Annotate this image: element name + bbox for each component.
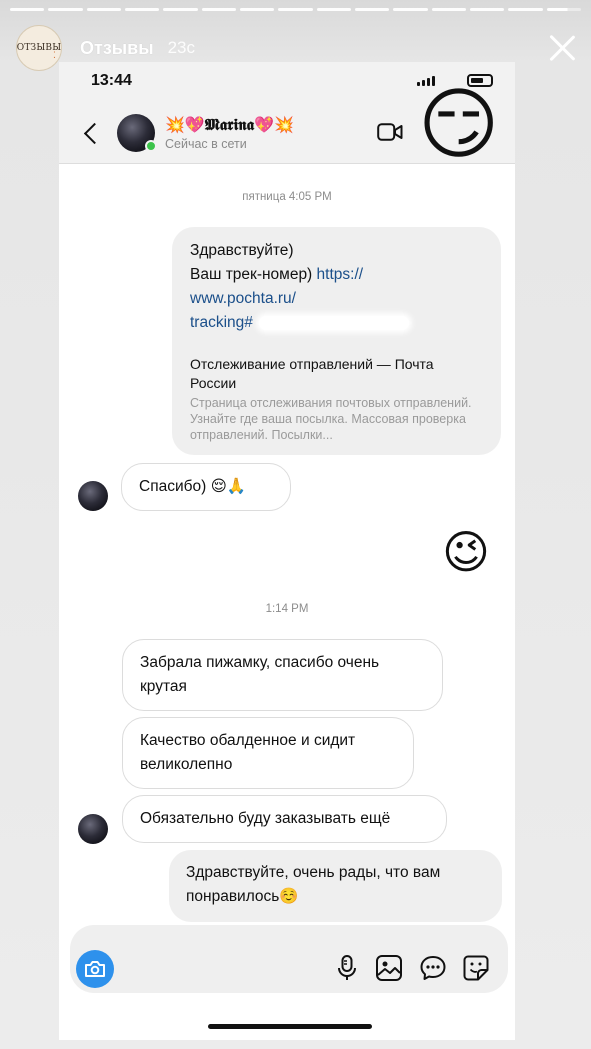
redaction-mark xyxy=(258,315,409,330)
message-bubble-incoming[interactable]: Спасибо) 😌🙏 xyxy=(121,463,291,511)
link-preview-title[interactable]: Отслеживание отправлений — Почта России xyxy=(190,355,483,393)
tracking-link[interactable]: https:// xyxy=(317,266,364,283)
message-bubble-incoming[interactable]: Обязательно буду заказывать ещё xyxy=(122,795,447,843)
progress-segment xyxy=(239,8,275,11)
home-indicator xyxy=(208,1024,372,1029)
progress-segment xyxy=(10,8,45,11)
message-bubble-incoming[interactable]: Качество обалденное и сидит великолепно xyxy=(122,717,414,789)
progress-segment xyxy=(469,8,505,11)
message-line: Ваш трек-номер) https:// xyxy=(190,263,483,287)
contact-status: Сейчас в сети xyxy=(165,136,247,151)
contact-avatar-small[interactable] xyxy=(78,481,108,511)
close-icon[interactable] xyxy=(547,33,577,63)
back-chevron-icon[interactable] xyxy=(75,113,115,153)
progress-segment xyxy=(316,8,351,11)
progress-segment xyxy=(508,8,543,11)
story-progress xyxy=(10,8,581,11)
contact-avatar[interactable] xyxy=(117,113,157,152)
tracking-link[interactable]: www.pochta.ru/ xyxy=(190,287,483,311)
video-call-icon[interactable] xyxy=(377,123,403,141)
camera-icon xyxy=(85,961,105,977)
message-text: Ваш трек-номер) xyxy=(190,266,317,283)
message-bubble-outgoing[interactable]: Здравствуйте, очень рады, что вам понрав… xyxy=(169,850,502,922)
message-line: tracking# xyxy=(190,311,483,335)
time-separator: 1:14 PM xyxy=(265,603,309,615)
camera-button[interactable] xyxy=(76,950,114,988)
chat-bubble-icon[interactable] xyxy=(419,954,447,982)
progress-segment xyxy=(124,8,160,11)
message-bubble-incoming[interactable]: Забрала пижамку, спасибо очень крутая xyxy=(122,639,443,711)
tracking-link[interactable]: tracking# xyxy=(190,314,253,331)
message-bubble-outgoing-link[interactable]: Здравствуйте) Ваш трек-номер) https:// w… xyxy=(172,227,501,455)
progress-segment xyxy=(354,8,390,11)
sticker-icon[interactable] xyxy=(462,954,490,982)
image-icon[interactable] xyxy=(375,954,403,982)
microphone-icon[interactable] xyxy=(333,954,361,982)
story-account-name[interactable]: Отзывы xyxy=(80,38,154,59)
progress-segment xyxy=(393,8,428,11)
progress-segment xyxy=(278,8,313,11)
story-time-ago: 23с xyxy=(167,38,195,57)
contact-info[interactable]: 💥💖𝕸𝖆𝖗𝖎𝖓𝖆💖💥 Сейчас в сети xyxy=(165,115,294,151)
online-indicator xyxy=(145,139,157,152)
avatar-dots-decoration: ⁚ xyxy=(52,51,56,61)
progress-segment xyxy=(201,8,236,11)
link-preview-description: Страница отслеживания почтовых отправлен… xyxy=(190,396,472,442)
progress-segment xyxy=(431,8,466,11)
time-separator: пятница 4:05 PM xyxy=(242,191,332,203)
message-line: Здравствуйте) xyxy=(190,242,294,259)
story-account-avatar[interactable]: ОТЗЫВЫ ⁚ xyxy=(16,25,62,71)
contact-avatar-small[interactable] xyxy=(78,814,108,844)
progress-segment xyxy=(86,8,121,11)
message-emoji-outgoing[interactable]: 😉 xyxy=(442,524,490,580)
sticker-emoji: 😏 xyxy=(418,80,500,168)
contact-name: 💥💖𝕸𝖆𝖗𝖎𝖓𝖆💖💥 xyxy=(165,114,294,134)
progress-segment xyxy=(48,8,83,11)
progress-segment-current xyxy=(546,8,581,11)
progress-segment xyxy=(163,8,198,11)
message-composer[interactable] xyxy=(70,925,508,993)
status-clock: 13:44 xyxy=(91,72,132,89)
